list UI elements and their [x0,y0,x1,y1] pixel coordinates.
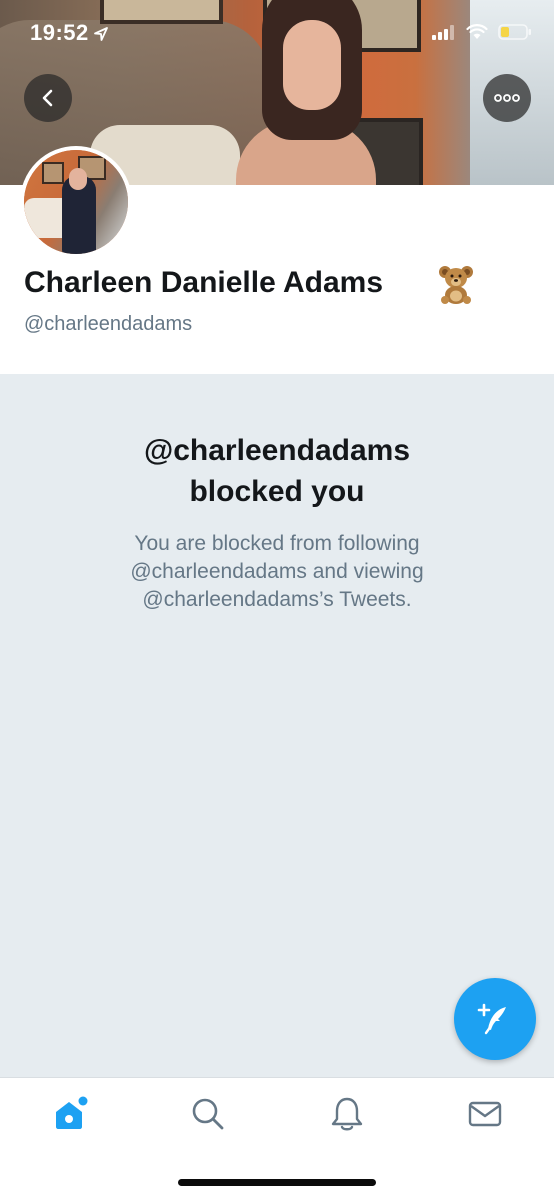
avatar-head [69,168,87,190]
more-options-icon [494,94,520,102]
avatar[interactable] [20,146,132,258]
tab-notifications[interactable] [325,1092,369,1136]
home-indicator[interactable] [178,1179,376,1186]
blocked-notice-panel: @charleendadams blocked you You are bloc… [0,374,554,1078]
blocked-title-handle: @charleendadams [143,434,411,467]
tab-search[interactable] [186,1092,230,1136]
search-icon [192,1098,224,1130]
chevron-left-icon [42,89,53,107]
battery-icon [498,24,531,40]
blocked-description: You are blocked from following @charleen… [60,530,494,614]
home-icon [56,1096,88,1129]
cellular-signal-icon [432,25,454,40]
blocked-description-line-1: You are blocked from following [134,532,420,555]
status-bar: 19:52 [0,0,554,66]
status-icons [432,24,532,40]
blocked-title: @charleendadams blocked you [0,430,554,512]
profile-handle: @charleendadams [24,313,193,335]
compose-tweet-icon [477,1003,506,1035]
blocked-description-line-3: @charleendadams’s Tweets. [142,588,412,611]
status-time: 19:52 [30,20,89,45]
tab-home[interactable] [48,1092,92,1136]
location-arrow-icon [94,27,108,41]
wifi-icon [466,24,488,39]
avatar-frame-left [42,162,64,184]
envelope-icon [468,1101,502,1127]
more-options-button[interactable] [483,74,531,122]
tab-messages[interactable] [463,1092,507,1136]
teddy-bear-emoji [439,266,473,304]
display-name: Charleen Danielle Adams [24,266,384,299]
blocked-title-text: blocked you [189,475,365,508]
bell-icon [331,1097,363,1131]
compose-tweet-button[interactable] [454,978,536,1060]
back-button[interactable] [24,74,72,122]
blocked-description-line-2: @charleendadams and viewing [130,560,424,583]
